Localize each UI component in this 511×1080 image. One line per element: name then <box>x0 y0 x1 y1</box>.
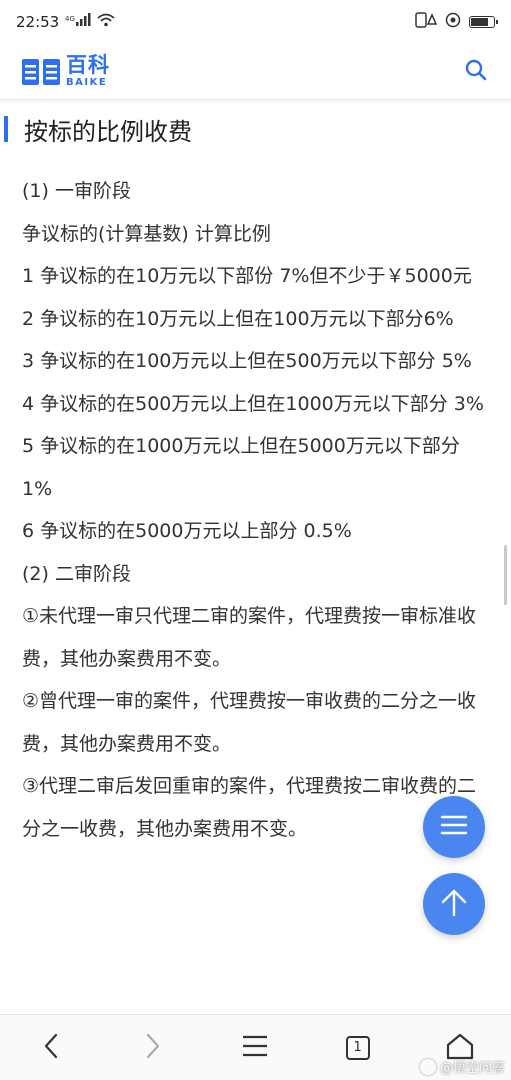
menu-button[interactable] <box>225 1023 285 1073</box>
search-button[interactable] <box>461 57 491 87</box>
status-time: 22:53 <box>16 13 60 31</box>
book-icon <box>22 57 60 87</box>
tabs-button[interactable]: 1 <box>328 1023 388 1073</box>
content-line: 6 争议标的在5000万元以上部分 0.5% <box>22 520 352 542</box>
forward-icon <box>145 1033 161 1063</box>
wifi-icon <box>97 13 115 31</box>
section-accent-bar <box>4 116 8 142</box>
content-line: ③代理二审后发回重审的案件，代理费按二审收费的二分之一收费，其他办案费用不变。 <box>22 775 477 840</box>
content-line: (2) 二审阶段 <box>22 562 131 585</box>
content-line: 3 争议标的在100万元以上但在500万元以下部分 5% <box>22 350 472 372</box>
arrow-up-icon <box>440 887 468 921</box>
menu-icon <box>242 1035 268 1061</box>
content-line: 1 争议标的在10万元以下部份 7%但不少于￥5000元 <box>22 265 472 287</box>
baike-logo[interactable]: 百科 BAIKE <box>22 55 110 88</box>
status-bar: 22:53 4G <box>0 0 511 44</box>
logo-text: 百科 BAIKE <box>66 55 110 88</box>
catalog-button[interactable] <box>423 796 485 858</box>
watermark: @悟空问答 <box>419 1057 505 1076</box>
content-line: 争议标的(计算基数) 计算比例 <box>22 222 271 245</box>
status-right <box>415 12 498 32</box>
back-button[interactable] <box>21 1023 81 1073</box>
search-icon <box>465 59 487 85</box>
battery-icon <box>469 16 498 28</box>
forward-button[interactable] <box>123 1023 183 1073</box>
content-line: ②曾代理一审的案件，代理费按一审收费的二分之一收费，其他办案费用不变。 <box>22 690 477 755</box>
svg-text:4G: 4G <box>65 15 75 23</box>
section-title: 按标的比例收费 <box>24 117 192 146</box>
signal-icon: 4G <box>65 13 91 31</box>
logo-en: BAIKE <box>66 77 108 88</box>
content-line: (1) 一审阶段 <box>22 180 131 202</box>
watermark-logo-icon <box>419 1058 436 1075</box>
section-header: 按标的比例收费 <box>0 108 511 150</box>
list-icon <box>440 814 468 840</box>
content-line: 5 争议标的在1000万元以上但在5000万元以下部分 1% <box>22 435 460 500</box>
status-left: 22:53 4G <box>16 13 115 31</box>
tabs-icon: 1 <box>345 1035 370 1060</box>
article-content: (1) 一审阶段 争议标的(计算基数) 计算比例 1 争议标的在10万元以下部份… <box>22 170 492 850</box>
back-to-top-button[interactable] <box>423 873 485 935</box>
back-icon <box>43 1033 59 1063</box>
app-header: 百科 BAIKE <box>0 44 511 100</box>
location-icon <box>445 12 461 32</box>
alarm-icon <box>415 12 438 32</box>
watermark-text: @悟空问答 <box>439 1061 505 1076</box>
content-line: 4 争议标的在500万元以上但在1000万元以下部分 3% <box>22 392 484 415</box>
content-line: ①未代理一审只代理二审的案件，代理费按一审标准收费，其他办案费用不变。 <box>22 605 477 670</box>
content-line: 2 争议标的在10万元以上但在100万元以下部分6% <box>22 307 454 330</box>
logo-cn: 百科 <box>66 53 110 77</box>
scrollbar-thumb[interactable] <box>504 545 507 605</box>
